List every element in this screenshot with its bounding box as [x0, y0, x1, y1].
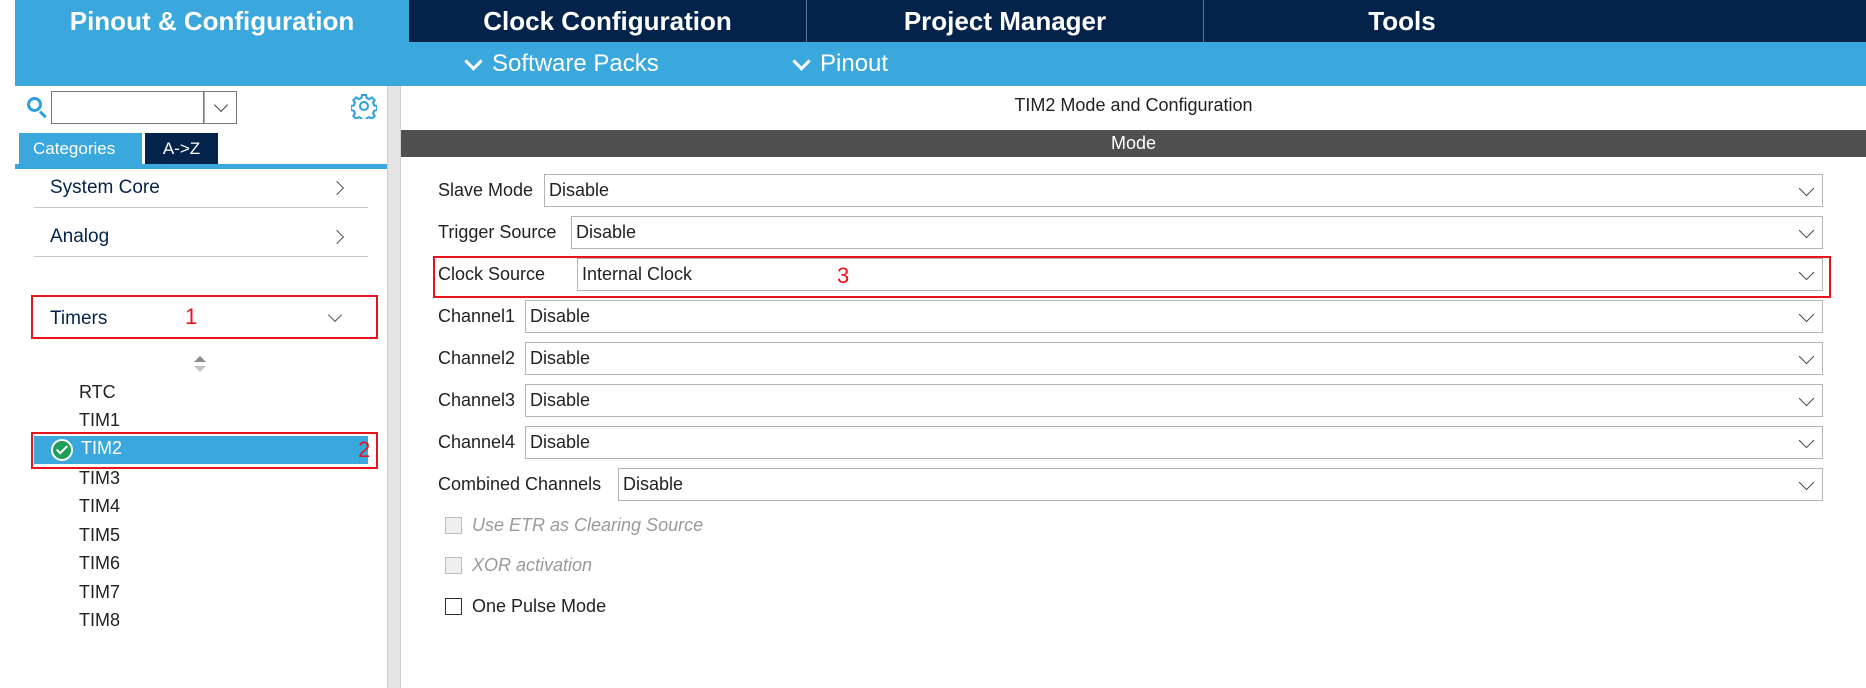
timer-item-tim5[interactable]: TIM5 — [79, 523, 120, 547]
timer-item-rtc[interactable]: RTC — [79, 380, 116, 404]
tab-tools[interactable]: Tools — [1204, 0, 1600, 42]
channel2-value: Disable — [530, 348, 591, 368]
channel3-select[interactable]: Disable — [525, 384, 1823, 417]
mode-section-header: Mode — [401, 130, 1866, 157]
timer-item-tim8[interactable]: TIM8 — [79, 608, 120, 632]
channel4-select[interactable]: Disable — [525, 426, 1823, 459]
pinout-label: Pinout — [820, 50, 889, 77]
combined-channels-value: Disable — [623, 474, 684, 494]
annotation-box-timers — [31, 295, 378, 339]
channel1-label: Channel1 — [438, 306, 516, 326]
main-tab-bar: Pinout & Configuration Clock Configurati… — [15, 0, 1866, 42]
chevron-down-icon — [1798, 432, 1815, 449]
search-history-dropdown[interactable] — [204, 91, 237, 124]
channel1-value: Disable — [530, 306, 591, 326]
annotation-number: 3 — [837, 263, 850, 288]
timer-item-tim3[interactable]: TIM3 — [79, 466, 120, 490]
timer-item-tim1[interactable]: TIM1 — [79, 408, 120, 432]
trigger-source-value: Disable — [576, 222, 637, 242]
timer-item-tim6[interactable]: TIM6 — [79, 551, 120, 575]
channel4-value: Disable — [530, 432, 591, 452]
chevron-down-icon — [1798, 474, 1815, 491]
tab-project-manager[interactable]: Project Manager — [807, 0, 1204, 42]
xor-activation-label: XOR activation — [472, 555, 593, 575]
chevron-down-icon — [792, 51, 811, 71]
chevron-down-icon — [1798, 180, 1815, 197]
chevron-down-icon — [213, 97, 229, 113]
tab-clock-configuration[interactable]: Clock Configuration — [409, 0, 807, 42]
annotation-box-tim2 — [31, 432, 378, 469]
search-input[interactable] — [52, 92, 204, 123]
channel2-label: Channel2 — [438, 348, 516, 368]
xor-activation-checkbox[interactable] — [445, 557, 462, 574]
tab-a-to-z[interactable]: A->Z — [145, 133, 218, 164]
slave-mode-value: Disable — [549, 180, 610, 200]
trigger-source-label: Trigger Source — [438, 222, 557, 242]
combined-channels-label: Combined Channels — [438, 474, 602, 494]
use-etr-clearing-checkbox[interactable] — [445, 517, 462, 534]
channel2-select[interactable]: Disable — [525, 342, 1823, 375]
chevron-right-icon — [329, 180, 345, 196]
category-label: System Core — [50, 176, 160, 198]
software-packs-label: Software Packs — [492, 50, 659, 77]
chevron-right-icon — [329, 229, 345, 245]
category-view-tabs: Categories A->Z — [19, 133, 218, 164]
category-system-core[interactable]: System Core — [34, 168, 368, 208]
tab-pinout-configuration[interactable]: Pinout & Configuration — [15, 0, 409, 42]
one-pulse-mode-label: One Pulse Mode — [472, 596, 607, 616]
category-analog[interactable]: Analog — [34, 217, 368, 257]
channel3-label: Channel3 — [438, 390, 516, 410]
chevron-down-icon — [1798, 348, 1815, 365]
config-panel-title: TIM2 Mode and Configuration — [1014, 95, 1253, 115]
one-pulse-mode-checkbox[interactable] — [445, 598, 462, 615]
chevron-down-icon — [1798, 222, 1815, 239]
channel4-label: Channel4 — [438, 432, 516, 452]
use-etr-clearing-label: Use ETR as Clearing Source — [472, 515, 704, 535]
search-icon[interactable] — [27, 97, 47, 119]
chevron-down-icon — [1798, 390, 1815, 407]
secondary-menu-bar: Software Packs Pinout — [15, 42, 1866, 86]
slave-mode-select[interactable]: Disable — [544, 174, 1823, 207]
search-field[interactable] — [51, 91, 204, 124]
annotation-number: 1 — [185, 304, 198, 329]
chevron-down-icon — [1798, 306, 1815, 323]
timer-item-tim7[interactable]: TIM7 — [79, 580, 120, 604]
combined-channels-select[interactable]: Disable — [618, 468, 1823, 501]
category-label: Analog — [50, 225, 110, 247]
channel3-value: Disable — [530, 390, 591, 410]
panel-splitter[interactable] — [387, 86, 401, 688]
tab-categories[interactable]: Categories — [19, 133, 142, 164]
slave-mode-label: Slave Mode — [438, 180, 534, 200]
timer-item-tim4[interactable]: TIM4 — [79, 494, 120, 518]
channel1-select[interactable]: Disable — [525, 300, 1823, 333]
trigger-source-select[interactable]: Disable — [571, 216, 1823, 249]
gear-icon[interactable] — [351, 93, 377, 119]
software-packs-menu[interactable]: Software Packs — [464, 42, 659, 86]
pinout-menu[interactable]: Pinout — [792, 42, 889, 86]
chevron-down-icon — [464, 51, 483, 71]
sort-icon[interactable] — [194, 356, 206, 374]
annotation-box-clock-source — [433, 256, 1831, 298]
annotation-number: 2 — [358, 437, 371, 462]
